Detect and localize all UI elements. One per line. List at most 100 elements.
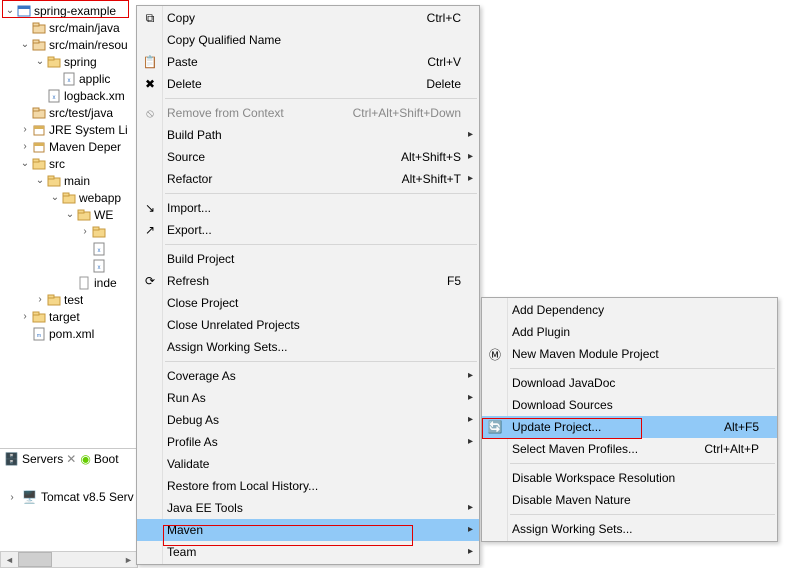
menu-item-assign-working-sets[interactable]: Assign Working Sets... bbox=[137, 336, 479, 358]
menu-item-label: Run As bbox=[167, 391, 206, 405]
lib-icon bbox=[31, 139, 47, 155]
menu-item-coverage-as[interactable]: Coverage As bbox=[137, 365, 479, 387]
menu-item-maven[interactable]: Maven bbox=[137, 519, 479, 541]
chevron-right-icon[interactable] bbox=[19, 141, 31, 152]
tree-item[interactable]: Maven Deper bbox=[0, 138, 140, 155]
menu-separator bbox=[165, 244, 477, 245]
menu-item-download-javadoc[interactable]: Download JavaDoc bbox=[482, 372, 777, 394]
menu-item-shortcut: Alt+Shift+S bbox=[401, 150, 461, 164]
tree-item[interactable]: xapplic bbox=[0, 70, 140, 87]
menu-item-download-sources[interactable]: Download Sources bbox=[482, 394, 777, 416]
menu-item-copy[interactable]: ⧉CopyCtrl+C bbox=[137, 7, 479, 29]
project-explorer[interactable]: spring-examplesrc/main/java src/main/reso… bbox=[0, 0, 140, 342]
menu-item-export[interactable]: ↗Export... bbox=[137, 219, 479, 241]
tree-item[interactable]: target bbox=[0, 308, 140, 325]
tree-item-label: JRE System Li bbox=[49, 123, 128, 137]
chevron-right-icon[interactable] bbox=[79, 226, 91, 237]
horizontal-scrollbar[interactable]: ◄ ► bbox=[0, 551, 138, 568]
menu-item-label: Assign Working Sets... bbox=[167, 340, 288, 354]
menu-item-label: Refresh bbox=[167, 274, 209, 288]
tree-item[interactable]: src bbox=[0, 155, 140, 172]
tree-item[interactable]: xlogback.xm bbox=[0, 87, 140, 104]
tree-item-label: src/main/resou bbox=[49, 38, 128, 52]
tree-item[interactable]: src/test/java bbox=[0, 104, 140, 121]
menu-item-disable-workspace-resolution[interactable]: Disable Workspace Resolution bbox=[482, 467, 777, 489]
tree-item[interactable]: JRE System Li bbox=[0, 121, 140, 138]
menu-item-paste[interactable]: 📋PasteCtrl+V bbox=[137, 51, 479, 73]
menu-item-add-plugin[interactable]: Add Plugin bbox=[482, 321, 777, 343]
scroll-thumb[interactable] bbox=[18, 552, 52, 567]
menu-item-add-dependency[interactable]: Add Dependency bbox=[482, 299, 777, 321]
tab-servers[interactable]: 🗄️ Servers ✕ bbox=[4, 452, 76, 466]
tree-item[interactable]: spring-example bbox=[0, 2, 140, 19]
menu-item-disable-maven-nature[interactable]: Disable Maven Nature bbox=[482, 489, 777, 511]
menu-item-close-project[interactable]: Close Project bbox=[137, 292, 479, 314]
tree-item[interactable]: spring bbox=[0, 53, 140, 70]
tree-item[interactable]: mpom.xml bbox=[0, 325, 140, 342]
xml-icon: x bbox=[91, 241, 107, 257]
tree-item-label: target bbox=[49, 310, 80, 324]
menu-item-select-maven-profiles[interactable]: Select Maven Profiles...Ctrl+Alt+P bbox=[482, 438, 777, 460]
tree-item[interactable] bbox=[0, 223, 140, 240]
menu-item-label: Assign Working Sets... bbox=[512, 522, 633, 536]
menu-item-debug-as[interactable]: Debug As bbox=[137, 409, 479, 431]
close-icon[interactable]: ✕ bbox=[66, 452, 76, 466]
chevron-right-icon[interactable] bbox=[34, 294, 46, 305]
paste-icon: 📋 bbox=[141, 53, 159, 71]
tab-boot[interactable]: ◉ Boot bbox=[80, 452, 118, 466]
svg-text:m: m bbox=[37, 333, 41, 339]
menu-item-new-maven-module-project[interactable]: ⓂNew Maven Module Project bbox=[482, 343, 777, 365]
chevron-right-icon[interactable] bbox=[19, 124, 31, 135]
chevron-down-icon[interactable] bbox=[4, 5, 16, 16]
chevron-down-icon[interactable] bbox=[34, 56, 46, 67]
boot-icon: ◉ bbox=[80, 452, 90, 466]
tree-item[interactable]: inde bbox=[0, 274, 140, 291]
chevron-down-icon[interactable] bbox=[34, 175, 46, 186]
server-tomcat[interactable]: 🖥️ Tomcat v8.5 Serv bbox=[6, 490, 134, 504]
menu-item-assign-working-sets[interactable]: Assign Working Sets... bbox=[482, 518, 777, 540]
menu-separator bbox=[510, 463, 775, 464]
chevron-down-icon[interactable] bbox=[19, 39, 31, 50]
menu-item-close-unrelated-projects[interactable]: Close Unrelated Projects bbox=[137, 314, 479, 336]
tree-item[interactable]: webapp bbox=[0, 189, 140, 206]
tree-item[interactable]: x bbox=[0, 257, 140, 274]
tree-item[interactable]: WE bbox=[0, 206, 140, 223]
tree-item[interactable]: x bbox=[0, 240, 140, 257]
menu-item-delete[interactable]: ✖DeleteDelete bbox=[137, 73, 479, 95]
menu-item-label: Add Plugin bbox=[512, 325, 570, 339]
menu-item-refresh[interactable]: ⟳RefreshF5 bbox=[137, 270, 479, 292]
scroll-right-icon[interactable]: ► bbox=[120, 552, 137, 567]
menu-item-java-ee-tools[interactable]: Java EE Tools bbox=[137, 497, 479, 519]
import-icon: ↘ bbox=[141, 199, 159, 217]
tree-item[interactable]: main bbox=[0, 172, 140, 189]
menu-item-restore-from-local-history[interactable]: Restore from Local History... bbox=[137, 475, 479, 497]
menu-item-import[interactable]: ↘ Import... bbox=[137, 197, 479, 219]
menu-item-update-project[interactable]: 🔄Update Project...Alt+F5 bbox=[482, 416, 777, 438]
menu-item-team[interactable]: Team bbox=[137, 541, 479, 563]
submenu-arrow-icon bbox=[468, 392, 473, 403]
menu-item-label: Import... bbox=[167, 201, 211, 215]
menu-item-source[interactable]: Source Alt+Shift+S bbox=[137, 146, 479, 168]
menu-item-profile-as[interactable]: Profile As bbox=[137, 431, 479, 453]
chevron-down-icon[interactable] bbox=[64, 209, 76, 220]
menu-item-validate[interactable]: Validate bbox=[137, 453, 479, 475]
chevron-down-icon[interactable] bbox=[19, 158, 31, 169]
context-menu[interactable]: ⧉CopyCtrl+CCopy Qualified Name📋PasteCtrl… bbox=[136, 5, 480, 565]
menu-item-build-path[interactable]: Build Path bbox=[137, 124, 479, 146]
chevron-right-icon[interactable] bbox=[19, 311, 31, 322]
menu-item-run-as[interactable]: Run As bbox=[137, 387, 479, 409]
tree-item[interactable]: test bbox=[0, 291, 140, 308]
newmvn-icon: Ⓜ bbox=[486, 345, 504, 363]
chevron-down-icon[interactable] bbox=[49, 192, 61, 203]
maven-submenu[interactable]: Add Dependency Add Plugin ⓂNew Maven Modul… bbox=[481, 297, 778, 542]
menu-item-refactor[interactable]: RefactorAlt+Shift+T bbox=[137, 168, 479, 190]
scroll-left-icon[interactable]: ◄ bbox=[1, 552, 18, 567]
scroll-track[interactable] bbox=[52, 552, 120, 567]
menu-item-build-project[interactable]: Build Project bbox=[137, 248, 479, 270]
chevron-right-icon[interactable] bbox=[6, 492, 18, 503]
tree-item[interactable]: src/main/resou bbox=[0, 36, 140, 53]
menu-item-label: Team bbox=[167, 545, 196, 559]
menu-item-copy-qualified-name[interactable]: Copy Qualified Name bbox=[137, 29, 479, 51]
tree-item[interactable]: src/main/java bbox=[0, 19, 140, 36]
menu-item-label: Source bbox=[167, 150, 205, 164]
